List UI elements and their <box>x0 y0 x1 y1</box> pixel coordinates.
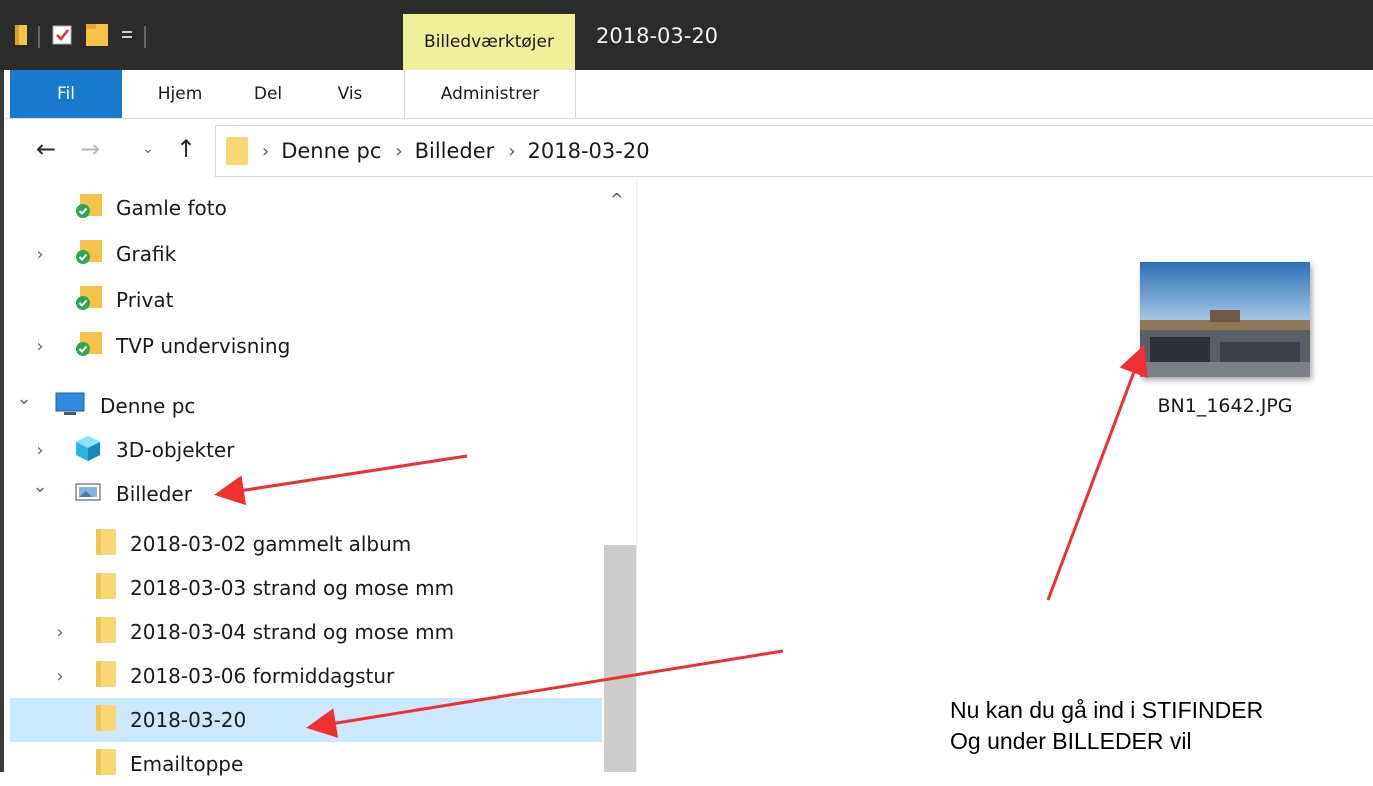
window-title: 2018-03-20 <box>596 24 719 48</box>
address-box[interactable]: › Denne pc › Billeder › 2018-03-20 <box>215 125 1373 177</box>
tree-item[interactable]: › 2018-03-04 strand og mose mm <box>10 610 602 654</box>
tab-home[interactable]: Hjem <box>140 70 220 118</box>
tree-item[interactable]: › Grafik <box>10 232 602 276</box>
new-folder-icon[interactable] <box>84 22 110 52</box>
folder-icon <box>94 747 118 782</box>
navigation-bar: ← → ⌄ ↑ › Denne pc › Billeder › 2018-03-… <box>0 119 1373 179</box>
instruction-line: Og under BILLEDER vil <box>950 728 1192 754</box>
tab-view[interactable]: Vis <box>320 70 380 118</box>
breadcrumb-this-pc[interactable]: Denne pc <box>281 139 381 163</box>
instruction-text: Nu kan du gå ind i STIFINDER Og under BI… <box>950 695 1373 757</box>
tree-item[interactable]: › TVP undervisning <box>10 324 602 368</box>
breadcrumb-current-folder[interactable]: 2018-03-20 <box>528 139 650 163</box>
scroll-up-icon[interactable]: ^ <box>610 190 623 209</box>
toolbar-separator <box>38 26 40 48</box>
folder-synced-icon <box>74 330 104 363</box>
chevron-right-icon[interactable]: › <box>30 440 50 461</box>
folder-icon <box>94 703 118 738</box>
chevron-right-icon[interactable]: › <box>30 244 50 265</box>
breadcrumb-pictures[interactable]: Billeder <box>415 139 495 163</box>
tree-item[interactable]: Gamle foto <box>10 186 602 230</box>
folder-icon <box>94 659 118 694</box>
customize-qat-icon[interactable] <box>120 27 134 47</box>
file-thumbnail[interactable] <box>1140 262 1310 377</box>
tree-item[interactable]: › 3D-objekter <box>10 428 602 472</box>
quick-access-toolbar <box>14 22 146 52</box>
window-edge <box>0 70 4 772</box>
context-tab-picture-tools[interactable]: Billedværktøjer <box>403 14 575 70</box>
tree-item-label: 2018-03-04 strand og mose mm <box>130 620 455 644</box>
up-arrow-icon[interactable]: ↑ <box>176 135 196 163</box>
folder-icon <box>94 571 118 606</box>
tree-item-label: Denne pc <box>100 394 196 418</box>
tree-item[interactable]: 2018-03-20 <box>10 698 602 742</box>
tree-item-label: 3D-objekter <box>116 438 235 462</box>
tree-item-label: Emailtoppe <box>130 752 244 776</box>
tree-item[interactable]: 2018-03-03 strand og mose mm <box>10 566 602 610</box>
tree-item[interactable]: ⌄ Billeder <box>10 472 602 516</box>
file-name-label[interactable]: BN1_1642.JPG <box>1100 395 1350 417</box>
tree-item[interactable]: Privat <box>10 278 602 322</box>
instruction-line: Nu kan du gå ind i STIFINDER <box>950 697 1264 723</box>
title-bar: Billedværktøjer 2018-03-20 <box>0 0 1373 70</box>
computer-icon <box>54 390 86 423</box>
tree-item[interactable]: Emailtoppe <box>10 742 602 786</box>
nav-scrollbar-thumb[interactable] <box>604 545 636 772</box>
breadcrumb-chevron-icon[interactable]: › <box>508 141 515 162</box>
tree-item-label: TVP undervisning <box>116 334 291 358</box>
cube-icon <box>74 434 102 467</box>
toolbar-separator <box>144 26 146 48</box>
folder-synced-icon <box>74 192 104 225</box>
properties-icon[interactable] <box>50 23 74 51</box>
folder-icon <box>226 137 248 165</box>
folder-icon <box>94 527 118 562</box>
tab-file[interactable]: Fil <box>10 70 122 118</box>
ribbon-tabs: Fil Hjem Del Vis Administrer <box>0 70 1373 119</box>
tab-manage[interactable]: Administrer <box>404 70 576 118</box>
folder-icon <box>94 615 118 650</box>
breadcrumb-chevron-icon[interactable]: › <box>395 141 402 162</box>
tree-item[interactable]: 2018-03-02 gammelt album <box>10 522 602 566</box>
chevron-right-icon[interactable]: › <box>50 622 70 643</box>
folder-synced-icon <box>74 284 104 317</box>
tree-item-label: Gamle foto <box>116 196 227 220</box>
tree-item[interactable]: ⌄ Denne pc <box>10 384 602 428</box>
tree-item-label: 2018-03-02 gammelt album <box>130 532 412 556</box>
forward-arrow-icon[interactable]: → <box>80 135 100 163</box>
tree-item-label: 2018-03-06 formiddagstur <box>130 664 395 688</box>
tree-item-label: Privat <box>116 288 174 312</box>
breadcrumb-chevron-icon[interactable]: › <box>262 141 269 162</box>
folder-synced-icon <box>74 238 104 271</box>
chevron-down-icon[interactable]: ⌄ <box>30 476 50 497</box>
chevron-down-icon[interactable]: ⌄ <box>14 388 34 409</box>
tree-item[interactable]: › 2018-03-06 formiddagstur <box>10 654 602 698</box>
recent-locations-chevron-icon[interactable]: ⌄ <box>142 141 154 157</box>
tree-item-label: 2018-03-03 strand og mose mm <box>130 576 455 600</box>
tree-item-label: Grafik <box>116 242 177 266</box>
chevron-right-icon[interactable]: › <box>30 336 50 357</box>
back-arrow-icon[interactable]: ← <box>36 135 56 163</box>
tree-item-label: 2018-03-20 <box>130 708 247 732</box>
tab-share[interactable]: Del <box>238 70 298 118</box>
tree-item-label: Billeder <box>116 482 192 506</box>
folder-pin-icon[interactable] <box>14 23 28 51</box>
pictures-icon <box>74 480 102 509</box>
chevron-right-icon[interactable]: › <box>50 666 70 687</box>
